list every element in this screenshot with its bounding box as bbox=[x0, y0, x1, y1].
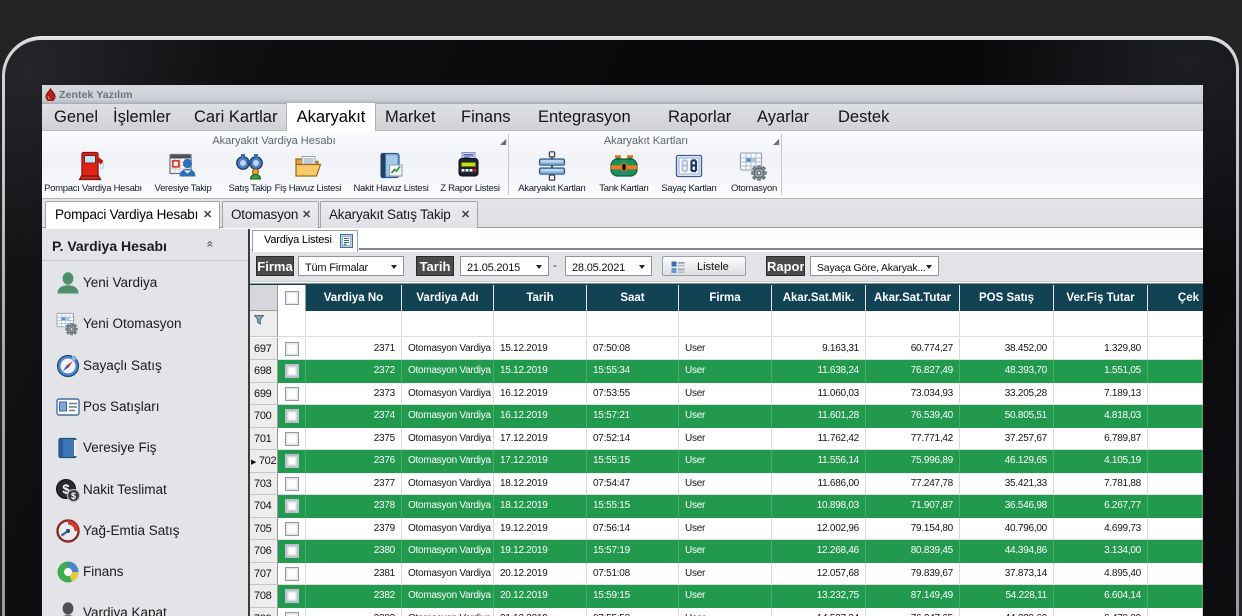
svg-text:$: $ bbox=[71, 491, 76, 501]
